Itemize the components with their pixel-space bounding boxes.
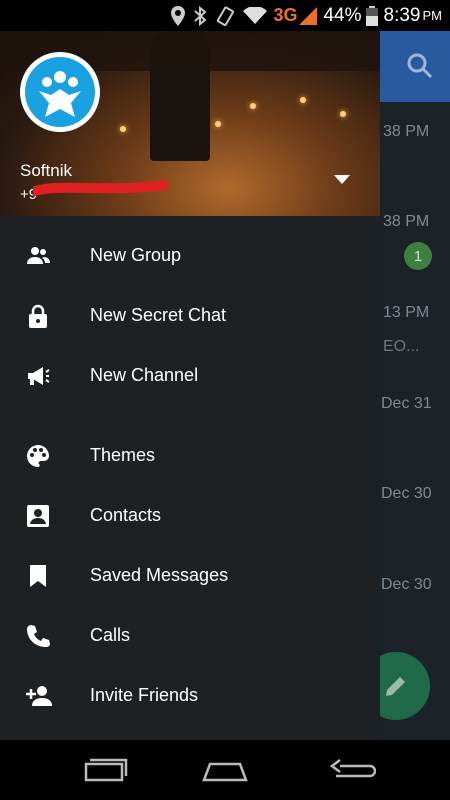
navigation-bar xyxy=(0,740,450,800)
redaction-mark xyxy=(33,180,168,196)
avatar[interactable] xyxy=(20,52,100,132)
menu-item-label: Calls xyxy=(90,625,131,645)
chat-timestamp: 38 PM xyxy=(383,123,430,140)
battery-icon xyxy=(365,5,378,27)
menu-item-contacts[interactable]: Contacts xyxy=(0,486,380,546)
megaphone-icon xyxy=(28,367,50,385)
home-icon[interactable] xyxy=(200,754,250,786)
search-icon[interactable] xyxy=(404,50,436,82)
user-name: Softnik xyxy=(20,161,72,180)
menu-item-label: New Channel xyxy=(90,365,199,385)
group-icon xyxy=(27,247,50,264)
menu-item-saved-messages[interactable]: Saved Messages xyxy=(0,546,380,606)
background-light xyxy=(340,111,346,117)
menu-item-label: New Secret Chat xyxy=(90,305,227,325)
menu-divider xyxy=(0,406,380,426)
menu-item-label: Themes xyxy=(90,445,156,465)
avatar-logo xyxy=(25,57,95,127)
palette-icon xyxy=(27,445,49,467)
menu-item-label: New Group xyxy=(90,245,182,265)
location-icon xyxy=(171,5,186,27)
rotate-icon xyxy=(215,5,235,27)
phone-icon xyxy=(27,625,50,647)
menu-item-label: Invite Friends xyxy=(90,685,199,705)
menu-item-themes[interactable]: Themes xyxy=(0,426,380,486)
navigation-drawer: Softnik +9 New Group New Secret Chat New… xyxy=(0,31,380,740)
bookmark-icon xyxy=(30,565,46,587)
chat-timestamp: 13 PM xyxy=(383,304,430,321)
contact-icon xyxy=(27,505,49,527)
back-icon[interactable] xyxy=(326,754,376,786)
pencil-icon xyxy=(386,677,405,696)
chat-timestamp: Dec 30 xyxy=(381,485,432,502)
clock-ampm: PM xyxy=(422,8,443,23)
background-light xyxy=(215,121,221,127)
lock-icon xyxy=(29,304,47,328)
unread-badge: 1 xyxy=(404,242,432,270)
clock: 8:39 xyxy=(383,4,421,26)
add-person-icon xyxy=(26,686,52,706)
wifi-icon xyxy=(243,5,268,27)
signal-icon xyxy=(299,5,318,27)
chat-timestamp: Dec 31 xyxy=(381,395,432,412)
background-light xyxy=(120,126,126,132)
menu-item-calls[interactable]: Calls xyxy=(0,606,380,666)
recent-apps-icon[interactable] xyxy=(78,754,128,786)
menu-item-new-group[interactable]: New Group xyxy=(0,226,380,286)
drawer-menu: New Group New Secret Chat New Channel Th… xyxy=(0,226,380,726)
network-type: 3G xyxy=(273,5,298,25)
chat-preview: EO... xyxy=(383,338,420,355)
drawer-header: Softnik +9 xyxy=(0,31,380,216)
chevron-down-icon[interactable] xyxy=(334,175,350,185)
background-light xyxy=(300,97,306,103)
battery-percent: 44% xyxy=(323,4,362,26)
menu-item-label: Saved Messages xyxy=(90,565,229,585)
menu-item-label: Contacts xyxy=(90,505,162,525)
background-light xyxy=(250,103,256,109)
chat-timestamp: Dec 30 xyxy=(381,576,432,593)
status-bar: 3G 44% 8:39 PM xyxy=(0,0,450,31)
menu-item-new-secret-chat[interactable]: New Secret Chat xyxy=(0,286,380,346)
menu-item-new-channel[interactable]: New Channel xyxy=(0,346,380,406)
chat-timestamp: 38 PM xyxy=(383,213,430,230)
menu-item-invite-friends[interactable]: Invite Friends xyxy=(0,666,380,726)
bluetooth-icon xyxy=(193,5,208,27)
